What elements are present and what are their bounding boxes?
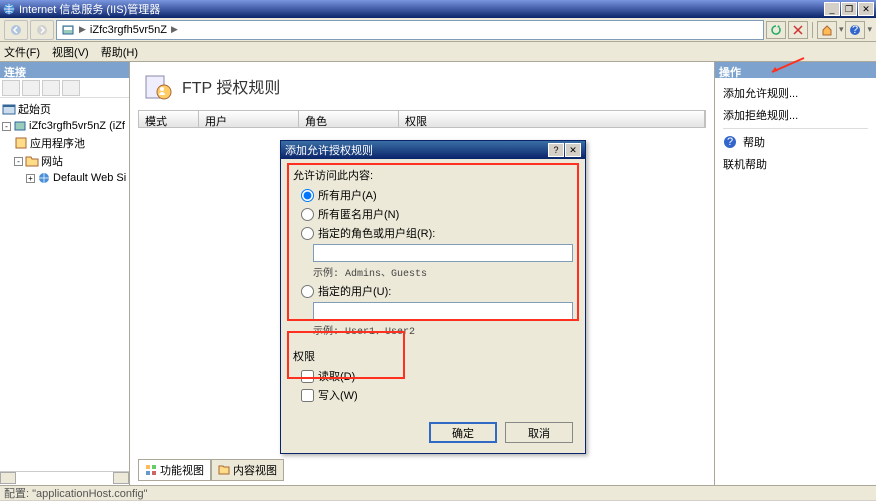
tab-content[interactable]: 内容视图	[211, 459, 284, 481]
connections-pane: 连接 起始页 - iZfc3rgfh5vr5nZ (iZf 应用程序池 -	[0, 62, 130, 485]
users-input[interactable]	[313, 302, 573, 320]
action-add-deny-rule[interactable]: 添加拒绝规则...	[715, 104, 876, 126]
radio-roles[interactable]: 指定的角色或用户组(R):	[301, 225, 573, 241]
status-text: 配置: "applicationHost.config"	[4, 485, 148, 501]
restore-button[interactable]: ❐	[841, 2, 857, 16]
chevron-right-icon: ▶	[79, 24, 86, 35]
features-icon	[145, 464, 157, 476]
stop-button[interactable]	[788, 21, 808, 39]
permissions-label: 权限	[293, 348, 573, 364]
dialog-body: 允许访问此内容: 所有用户(A) 所有匿名用户(N) 指定的角色或用户组(R):…	[281, 159, 585, 414]
action-add-allow-rule[interactable]: 添加允许规则...	[715, 82, 876, 104]
menu-view[interactable]: 视图(V)	[52, 44, 89, 60]
action-help[interactable]: ? 帮助	[715, 131, 876, 153]
svg-text:?: ?	[852, 24, 858, 36]
radio-users[interactable]: 指定的用户(U):	[301, 283, 573, 299]
forward-button[interactable]	[30, 20, 54, 40]
connections-tree: 起始页 - iZfc3rgfh5vr5nZ (iZf 应用程序池 - 网站 + …	[0, 98, 129, 471]
ok-button[interactable]: 确定	[429, 422, 497, 443]
actions-pane: 操作 添加允许规则... 添加拒绝规则... ? 帮助 联机帮助	[714, 62, 876, 485]
home-icon	[2, 102, 16, 116]
radio-roles-input[interactable]	[301, 227, 314, 240]
check-read-input[interactable]	[301, 370, 314, 383]
annotation-arrow	[766, 56, 806, 76]
collapse-icon[interactable]: -	[2, 122, 11, 131]
globe-icon	[37, 171, 51, 185]
minimize-button[interactable]: _	[824, 2, 840, 16]
col-users[interactable]: 用户	[199, 111, 299, 127]
window-titlebar: Internet 信息服务 (IIS)管理器 _ ❐ ✕	[0, 0, 876, 18]
connect-button[interactable]	[2, 80, 20, 96]
breadcrumb[interactable]: ▶ iZfc3rgfh5vr5nZ ▶	[56, 20, 764, 40]
tree-app-pools[interactable]: 应用程序池	[2, 134, 127, 152]
close-button[interactable]: ✕	[858, 2, 874, 16]
col-mode[interactable]: 模式	[139, 111, 199, 127]
menu-bar: 文件(F) 视图(V) 帮助(H)	[0, 42, 876, 62]
tree-sites[interactable]: - 网站	[2, 152, 127, 170]
column-headers: 模式 用户 角色 权限	[138, 110, 706, 128]
tree-server[interactable]: - iZfc3rgfh5vr5nZ (iZf	[2, 118, 127, 134]
menu-help[interactable]: 帮助(H)	[101, 44, 138, 60]
status-bar: 配置: "applicationHost.config"	[0, 485, 876, 500]
dialog-help-button[interactable]: ?	[548, 143, 564, 157]
address-bar: ▶ iZfc3rgfh5vr5nZ ▶ ▾ ? ▾	[0, 18, 876, 42]
col-perms[interactable]: 权限	[399, 111, 705, 127]
divider	[723, 128, 868, 129]
ftp-auth-icon	[142, 70, 174, 102]
svg-text:?: ?	[727, 136, 733, 148]
roles-example: 示例: Admins、Guests	[313, 264, 573, 280]
apppool-icon	[14, 136, 28, 150]
check-read[interactable]: 读取(D)	[301, 368, 573, 384]
scroll-left-button[interactable]	[0, 472, 16, 484]
dialog-title: 添加允许授权规则	[285, 142, 373, 158]
up-button[interactable]	[42, 80, 60, 96]
back-button[interactable]	[4, 20, 28, 40]
action-online-help[interactable]: 联机帮助	[715, 153, 876, 175]
view-tabs: 功能视图 内容视图	[138, 459, 284, 481]
dialog-buttons: 确定 取消	[281, 414, 585, 453]
server-icon	[13, 119, 27, 133]
connections-toolbar	[0, 78, 129, 98]
server-icon	[61, 23, 75, 37]
expand-icon[interactable]: +	[26, 174, 35, 183]
refresh-button[interactable]	[766, 21, 786, 39]
window-controls: _ ❐ ✕	[824, 2, 874, 16]
users-example: 示例: User1、User2	[313, 322, 573, 338]
scroll-right-button[interactable]	[113, 472, 129, 484]
radio-anon-users[interactable]: 所有匿名用户(N)	[301, 206, 573, 222]
radio-all-users[interactable]: 所有用户(A)	[301, 187, 573, 203]
iis-icon	[2, 2, 16, 16]
left-pane-footer	[0, 471, 129, 485]
breadcrumb-node: iZfc3rgfh5vr5nZ	[90, 24, 167, 36]
collapse-icon[interactable]: -	[14, 157, 23, 166]
home-button[interactable]	[817, 21, 837, 39]
cancel-button[interactable]: 取消	[505, 422, 573, 443]
radio-anon-users-input[interactable]	[301, 208, 314, 221]
tab-features[interactable]: 功能视图	[138, 459, 211, 481]
check-write[interactable]: 写入(W)	[301, 387, 573, 403]
tree-start-page[interactable]: 起始页	[2, 100, 127, 118]
radio-users-input[interactable]	[301, 285, 314, 298]
page-title: FTP 授权规则	[182, 74, 280, 98]
help-icon: ?	[723, 135, 737, 149]
chevron-right-icon: ▶	[171, 24, 178, 35]
window-title: Internet 信息服务 (IIS)管理器	[19, 1, 824, 17]
connections-header: 连接	[0, 62, 129, 78]
check-write-input[interactable]	[301, 389, 314, 402]
folder-icon	[25, 154, 39, 168]
help-button[interactable]: ?	[845, 21, 865, 39]
save-button[interactable]	[22, 80, 40, 96]
dialog-close-button[interactable]: ✕	[565, 143, 581, 157]
content-header: FTP 授权规则	[130, 62, 714, 110]
col-roles[interactable]: 角色	[299, 111, 399, 127]
content-icon	[218, 464, 230, 476]
add-allow-rule-dialog: 添加允许授权规则 ? ✕ 允许访问此内容: 所有用户(A) 所有匿名用户(N) …	[280, 140, 586, 454]
collapse-button[interactable]	[62, 80, 80, 96]
roles-input[interactable]	[313, 244, 573, 262]
tree-default-site[interactable]: + Default Web Si	[2, 170, 127, 186]
access-section-label: 允许访问此内容:	[293, 167, 573, 183]
dialog-titlebar: 添加允许授权规则 ? ✕	[281, 141, 585, 159]
radio-all-users-input[interactable]	[301, 189, 314, 202]
menu-file[interactable]: 文件(F)	[4, 44, 40, 60]
